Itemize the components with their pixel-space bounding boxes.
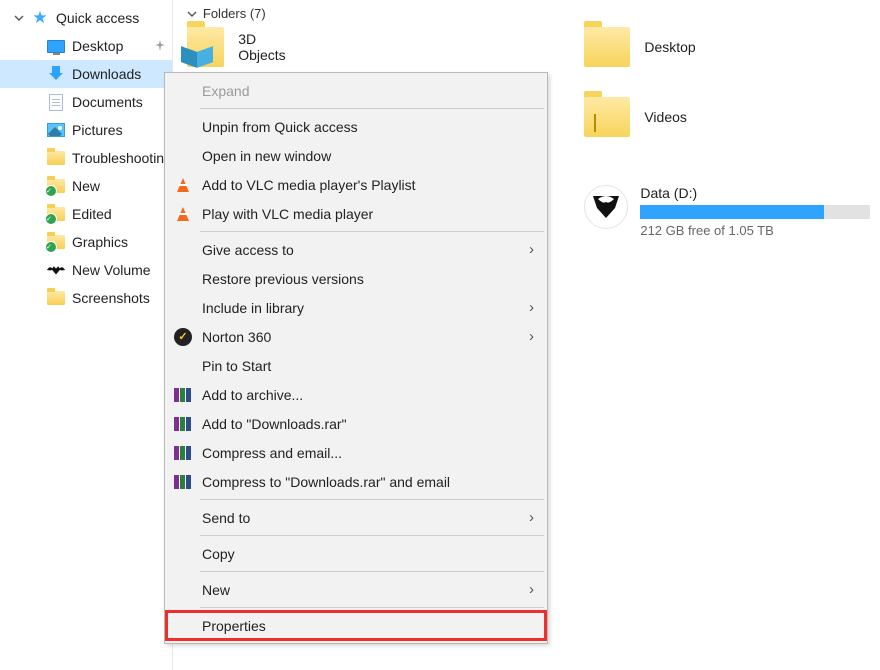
folder-icon bbox=[46, 288, 66, 308]
sidebar-item-edited[interactable]: Edited bbox=[0, 200, 172, 228]
drive-data-d[interactable]: Data (D:) 212 GB free of 1.05 TB bbox=[584, 185, 870, 238]
chevron-down-icon bbox=[187, 9, 197, 19]
cm-add-archive[interactable]: Add to archive... bbox=[166, 380, 546, 409]
folder-icon bbox=[46, 232, 66, 252]
chevron-down-icon bbox=[14, 13, 24, 23]
sidebar-item-label: Troubleshooting bbox=[72, 150, 172, 166]
download-icon bbox=[46, 64, 66, 84]
cm-separator bbox=[200, 535, 544, 536]
cm-unpin-quick-access[interactable]: Unpin from Quick access bbox=[166, 112, 546, 141]
sidebar-item-label: Screenshots bbox=[72, 290, 150, 306]
folders-group-header[interactable]: Folders (7) bbox=[187, 6, 870, 21]
sidebar-item-label: Downloads bbox=[72, 66, 141, 82]
sidebar-item-label: New Volume bbox=[72, 262, 151, 278]
folder-desktop[interactable]: Desktop bbox=[584, 27, 870, 67]
cm-compress-downloads-email[interactable]: Compress to "Downloads.rar" and email bbox=[166, 467, 546, 496]
cm-vlc-add-playlist[interactable]: Add to VLC media player's Playlist bbox=[166, 170, 546, 199]
folder-label: Videos bbox=[644, 109, 687, 125]
cm-restore-previous[interactable]: Restore previous versions bbox=[166, 264, 546, 293]
sidebar-item-new[interactable]: New bbox=[0, 172, 172, 200]
cm-new[interactable]: New › bbox=[166, 575, 546, 604]
folder-videos[interactable]: Videos bbox=[584, 97, 870, 137]
drive-usage-fill bbox=[640, 205, 824, 219]
sidebar-item-new-volume[interactable]: New Volume bbox=[0, 256, 172, 284]
cm-separator bbox=[200, 231, 544, 232]
drive-free-text: 212 GB free of 1.05 TB bbox=[640, 223, 870, 238]
winrar-icon bbox=[172, 442, 194, 464]
sidebar-item-label: Pictures bbox=[72, 122, 123, 138]
cm-send-to[interactable]: Send to › bbox=[166, 503, 546, 532]
folder-icon bbox=[46, 204, 66, 224]
sidebar-item-label: New bbox=[72, 178, 100, 194]
cm-give-access-to[interactable]: Give access to › bbox=[166, 235, 546, 264]
cm-pin-start[interactable]: Pin to Start bbox=[166, 351, 546, 380]
group-header-label: Folders (7) bbox=[203, 6, 266, 21]
cm-separator bbox=[200, 607, 544, 608]
drive-name: Data (D:) bbox=[640, 185, 870, 201]
cm-copy[interactable]: Copy bbox=[166, 539, 546, 568]
desktop-icon bbox=[46, 36, 66, 56]
folder-icon bbox=[584, 97, 630, 137]
cm-vlc-play[interactable]: Play with VLC media player bbox=[166, 199, 546, 228]
norton-icon: ✓ bbox=[172, 326, 194, 348]
drive-usage-bar bbox=[640, 205, 870, 219]
sidebar-item-label: Edited bbox=[72, 206, 112, 222]
folder-3d-objects[interactable]: 3D Objects bbox=[187, 27, 294, 67]
cm-separator bbox=[200, 499, 544, 500]
chevron-right-icon: › bbox=[529, 328, 534, 345]
winrar-icon bbox=[172, 384, 194, 406]
folder-label: Desktop bbox=[644, 39, 695, 55]
folder-label: 3D Objects bbox=[238, 31, 294, 63]
quick-access-star-icon: ★ bbox=[30, 8, 50, 28]
sidebar-item-label: Graphics bbox=[72, 234, 128, 250]
cm-include-library[interactable]: Include in library › bbox=[166, 293, 546, 322]
vlc-icon bbox=[172, 174, 194, 196]
winrar-icon bbox=[172, 471, 194, 493]
cm-open-new-window[interactable]: Open in new window bbox=[166, 141, 546, 170]
chevron-right-icon: › bbox=[529, 299, 534, 316]
winrar-icon bbox=[172, 413, 194, 435]
chevron-right-icon: › bbox=[529, 581, 534, 598]
cm-separator bbox=[200, 108, 544, 109]
cm-separator bbox=[200, 571, 544, 572]
sidebar-item-pictures[interactable]: Pictures bbox=[0, 116, 172, 144]
cm-norton-360[interactable]: ✓ Norton 360 › bbox=[166, 322, 546, 351]
quick-access-root[interactable]: ★ Quick access bbox=[0, 4, 172, 32]
sidebar-item-label: Documents bbox=[72, 94, 143, 110]
folder-icon bbox=[187, 27, 224, 67]
document-icon bbox=[46, 92, 66, 112]
sidebar-item-screenshots[interactable]: Screenshots bbox=[0, 284, 172, 312]
chevron-right-icon: › bbox=[529, 509, 534, 526]
folder-icon bbox=[46, 176, 66, 196]
batman-drive-icon bbox=[46, 260, 66, 280]
sidebar-item-downloads[interactable]: Downloads bbox=[0, 60, 172, 88]
sidebar-item-documents[interactable]: Documents bbox=[0, 88, 172, 116]
cm-properties[interactable]: Properties bbox=[166, 611, 546, 640]
sidebar-item-label: Desktop bbox=[72, 38, 123, 54]
folder-icon bbox=[584, 27, 630, 67]
sidebar-item-graphics[interactable]: Graphics bbox=[0, 228, 172, 256]
drive-superman-icon bbox=[584, 185, 628, 229]
chevron-right-icon: › bbox=[529, 241, 534, 258]
cm-add-downloads-rar[interactable]: Add to "Downloads.rar" bbox=[166, 409, 546, 438]
picture-icon bbox=[46, 120, 66, 140]
sidebar-item-desktop[interactable]: Desktop bbox=[0, 32, 172, 60]
pin-icon bbox=[154, 40, 166, 52]
cm-expand[interactable]: Expand bbox=[166, 76, 546, 105]
sidebar-item-troubleshooting[interactable]: Troubleshooting bbox=[0, 144, 172, 172]
cm-compress-email[interactable]: Compress and email... bbox=[166, 438, 546, 467]
context-menu: Expand Unpin from Quick access Open in n… bbox=[164, 72, 548, 644]
navigation-pane: ★ Quick access Desktop Downloads Documen… bbox=[0, 0, 173, 670]
vlc-icon bbox=[172, 203, 194, 225]
quick-access-label: Quick access bbox=[56, 10, 139, 26]
folder-icon bbox=[46, 148, 66, 168]
